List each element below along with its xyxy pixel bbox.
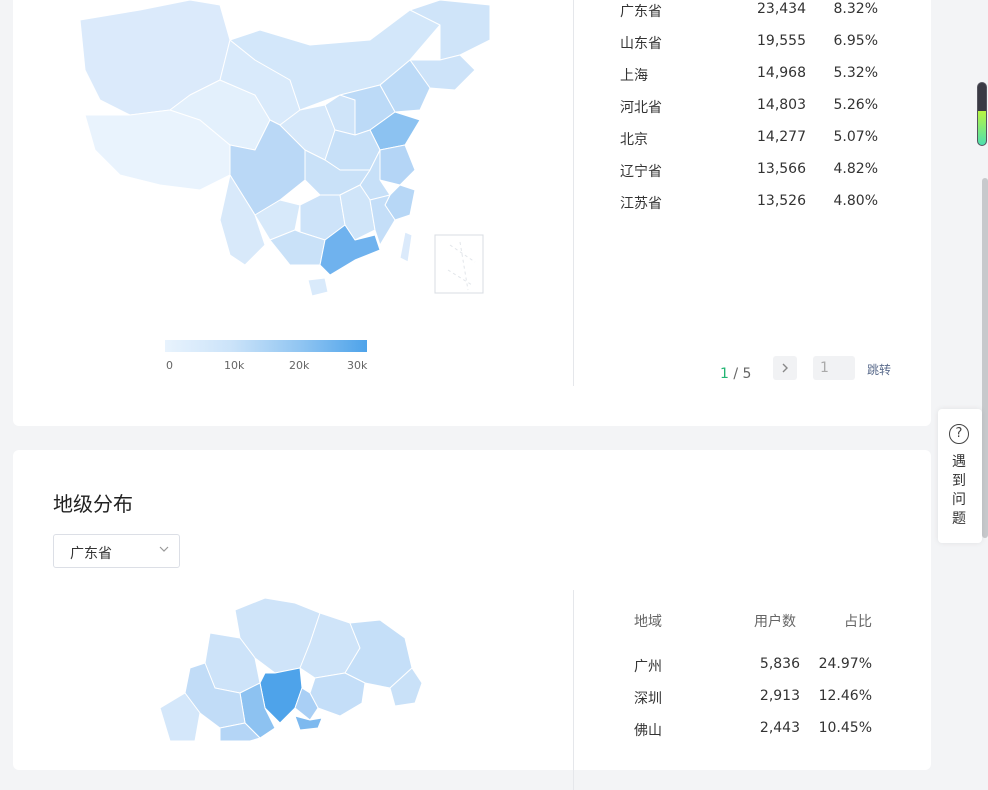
region-cell: 山东省: [620, 36, 662, 52]
region-cell: 江苏省: [620, 196, 662, 212]
share-cell: 5.32%: [833, 65, 878, 81]
guangdong-map[interactable]: [150, 598, 430, 741]
table-row: 佛山 2,443 10.45%: [634, 720, 894, 752]
level-indicator: [977, 82, 987, 146]
map-region-henan: [324, 129, 381, 171]
legend-tick: 10k: [224, 359, 245, 372]
users-cell: 23,434: [757, 1, 806, 17]
users-cell: 19,555: [757, 33, 806, 49]
chevron-down-icon: [159, 546, 169, 552]
region-cell: 广州: [634, 659, 662, 675]
map-legend: 0 10k 20k 30k: [165, 340, 367, 377]
users-cell: 14,277: [757, 129, 806, 145]
table-row: 辽宁省 13,566 4.82%: [620, 161, 880, 193]
map-region-huizhou: [309, 672, 366, 717]
legend-tick: 0: [166, 359, 173, 372]
table-row: 上海 14,968 5.32%: [620, 65, 880, 97]
south-china-sea-inset: [434, 234, 484, 294]
users-cell: 13,566: [757, 161, 806, 177]
help-label: 遇到问题: [952, 454, 966, 527]
current-page: 1: [720, 366, 729, 382]
jump-page-input[interactable]: 1: [813, 356, 855, 380]
region-cell: 上海: [620, 68, 648, 84]
share-cell: 10.45%: [818, 720, 872, 736]
share-cell: 8.32%: [833, 1, 878, 17]
legend-ticks: 0 10k 20k 30k: [165, 359, 367, 377]
section-title: 地级分布: [53, 492, 133, 516]
users-cell: 2,913: [759, 688, 800, 704]
share-cell: 12.46%: [818, 688, 872, 704]
users-cell: 2,443: [759, 720, 800, 736]
level-indicator-fill: [978, 110, 986, 145]
china-map[interactable]: [80, 0, 500, 300]
region-cell: 北京: [620, 132, 648, 148]
region-cell: 佛山: [634, 723, 662, 739]
share-cell: 5.07%: [833, 129, 878, 145]
column-header-share: 占比: [844, 614, 872, 630]
users-cell: 14,968: [757, 65, 806, 81]
table-row: 河北省 14,803 5.26%: [620, 97, 880, 129]
chevron-right-icon: [782, 363, 788, 373]
table-row: 深圳 2,913 12.46%: [634, 688, 894, 720]
legend-tick: 30k: [347, 359, 368, 372]
share-cell: 6.95%: [833, 33, 878, 49]
share-cell: 4.82%: [833, 161, 878, 177]
table-row: 山东省 19,555 6.95%: [620, 33, 880, 65]
table-row: 北京 14,277 5.07%: [620, 129, 880, 161]
legend-tick: 20k: [289, 359, 310, 372]
region-cell: 深圳: [634, 691, 662, 707]
users-cell: 14,803: [757, 97, 806, 113]
scrollbar-thumb[interactable]: [982, 178, 988, 538]
help-widget[interactable]: ? 遇到问题: [938, 409, 982, 543]
jump-button[interactable]: 跳转: [867, 361, 891, 378]
map-region-taiwan: [399, 231, 413, 263]
share-cell: 4.80%: [833, 193, 878, 209]
share-cell: 5.26%: [833, 97, 878, 113]
total-pages: 5: [742, 366, 752, 382]
map-region-hainan: [307, 277, 329, 297]
page-separator: /: [733, 366, 739, 382]
province-select[interactable]: 广东省: [53, 534, 180, 568]
legend-gradient-bar: [165, 340, 367, 352]
vertical-divider: [573, 0, 574, 386]
share-cell: 24.97%: [818, 656, 872, 672]
column-header-users: 用户数: [754, 614, 796, 630]
table-row: 广州 5,836 24.97%: [634, 656, 894, 688]
vertical-divider: [573, 590, 574, 790]
region-cell: 广东省: [620, 4, 662, 20]
province-select-value: 广东省: [70, 546, 112, 562]
table-row: 广东省 23,434 8.32%: [620, 1, 880, 33]
map-region-jiangsu: [379, 144, 416, 186]
pagination-indicator: 1 / 5: [720, 366, 751, 382]
users-cell: 5,836: [759, 656, 800, 672]
question-circle-icon: ?: [949, 424, 969, 444]
region-cell: 辽宁省: [620, 164, 662, 180]
table-row: 江苏省 13,526 4.80%: [620, 193, 880, 225]
column-header-region: 地域: [634, 614, 662, 630]
next-page-button[interactable]: [773, 356, 797, 380]
region-cell: 河北省: [620, 100, 662, 116]
users-cell: 13,526: [757, 193, 806, 209]
